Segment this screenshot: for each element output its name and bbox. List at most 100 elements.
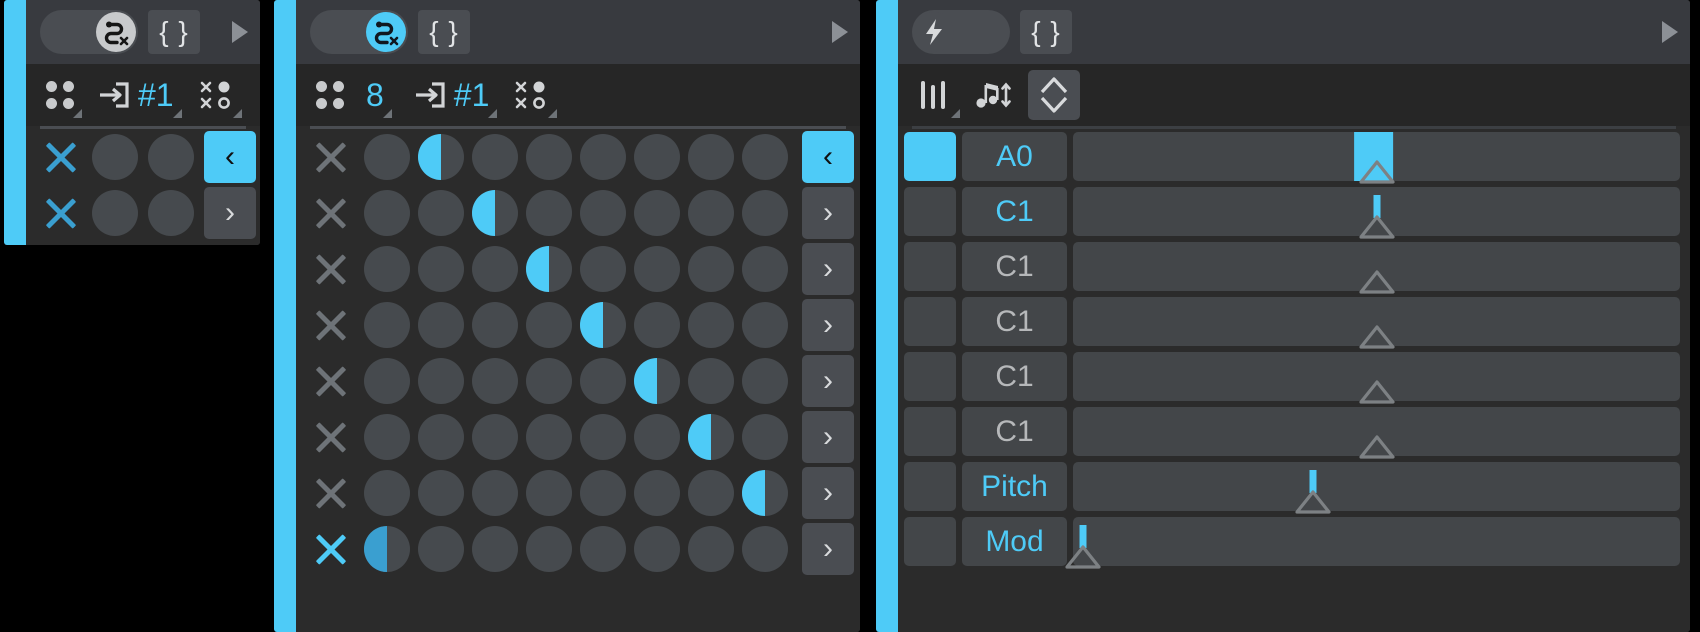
nav-next-button[interactable]: › — [802, 467, 854, 519]
lane-name-label[interactable]: C1 — [962, 187, 1067, 236]
play-triangle-icon[interactable] — [1662, 21, 1678, 43]
sequencer-step-cell[interactable] — [738, 470, 792, 516]
lane-value-track[interactable] — [1073, 297, 1680, 349]
scatter-dots-icon[interactable] — [499, 64, 559, 126]
lane-marker-handle[interactable] — [1357, 324, 1397, 350]
play-triangle-icon[interactable] — [232, 21, 248, 43]
sequencer-step-cell[interactable] — [684, 302, 738, 348]
sequencer-step-cell[interactable] — [414, 190, 468, 236]
x-icon[interactable] — [310, 360, 352, 402]
lane-enable-led[interactable] — [904, 297, 956, 346]
x-icon[interactable] — [40, 192, 82, 234]
sequencer-step-cell[interactable] — [522, 358, 576, 404]
sequencer-step-cell[interactable] — [468, 134, 522, 180]
nav-next-button[interactable]: › — [802, 411, 854, 463]
modulator-dot[interactable] — [148, 190, 194, 236]
sequencer-step-cell[interactable] — [630, 526, 684, 572]
sequencer-step-cell[interactable] — [360, 302, 414, 348]
sequencer-step-cell[interactable] — [414, 470, 468, 516]
sequencer-step-cell[interactable] — [738, 302, 792, 348]
sequencer-step-cell[interactable] — [738, 414, 792, 460]
lane-value-track[interactable] — [1065, 517, 1680, 569]
lane-marker-handle[interactable] — [1357, 159, 1397, 185]
lane-value-track[interactable] — [1073, 407, 1680, 459]
sequencer-step-cell[interactable] — [630, 246, 684, 292]
lane-value-track[interactable] — [1073, 462, 1680, 514]
sequencer-step-cell[interactable] — [576, 414, 630, 460]
sequencer-step-cell[interactable] — [576, 246, 630, 292]
sequencer-step-cell[interactable] — [738, 134, 792, 180]
updown-chevrons-icon[interactable] — [1028, 70, 1080, 120]
sequencer-step-cell[interactable] — [468, 302, 522, 348]
nav-next-button[interactable]: › — [204, 187, 256, 239]
sequencer-step-cell[interactable] — [576, 302, 630, 348]
sequencer-step-cell[interactable] — [468, 358, 522, 404]
nav-next-button[interactable]: › — [802, 355, 854, 407]
nav-next-button[interactable]: › — [802, 523, 854, 575]
sequencer-step-cell[interactable] — [576, 526, 630, 572]
sequencer-step-cell[interactable] — [576, 358, 630, 404]
routing-toggle[interactable] — [40, 10, 138, 54]
routing-toggle[interactable] — [310, 10, 408, 54]
sequencer-step-cell[interactable] — [414, 358, 468, 404]
sequencer-step-cell[interactable] — [576, 134, 630, 180]
sequencer-step-cell[interactable] — [360, 358, 414, 404]
sequencer-step-cell[interactable] — [522, 470, 576, 516]
sequencer-step-cell[interactable] — [630, 190, 684, 236]
nav-next-button[interactable]: › — [802, 243, 854, 295]
sequencer-step-cell[interactable] — [468, 246, 522, 292]
sequencer-step-cell[interactable] — [522, 134, 576, 180]
lane-name-label[interactable]: C1 — [962, 242, 1067, 291]
sequencer-step-cell[interactable] — [684, 246, 738, 292]
expression-editor-button[interactable]: { } — [418, 10, 470, 54]
lane-enable-led[interactable] — [904, 517, 956, 566]
sequencer-step-cell[interactable] — [576, 190, 630, 236]
nav-next-button[interactable]: › — [802, 187, 854, 239]
lane-value-track[interactable] — [1073, 187, 1680, 239]
sequencer-step-cell[interactable] — [360, 190, 414, 236]
x-icon[interactable] — [310, 192, 352, 234]
sequencer-step-cell[interactable] — [522, 190, 576, 236]
modulator-dot[interactable] — [92, 134, 138, 180]
sequencer-step-cell[interactable] — [738, 526, 792, 572]
x-icon[interactable] — [40, 136, 82, 178]
lane-marker-handle[interactable] — [1357, 379, 1397, 405]
four-dots-icon[interactable] — [312, 64, 354, 126]
lane-marker-handle[interactable] — [1357, 269, 1397, 295]
scatter-dots-icon[interactable] — [184, 64, 244, 126]
x-icon[interactable] — [310, 304, 352, 346]
sequencer-step-cell[interactable] — [468, 190, 522, 236]
sequencer-step-cell[interactable] — [630, 470, 684, 516]
sequencer-step-cell[interactable] — [414, 134, 468, 180]
sequencer-step-cell[interactable] — [738, 246, 792, 292]
sequencer-step-cell[interactable] — [468, 470, 522, 516]
lane-marker-handle[interactable] — [1357, 214, 1397, 240]
expression-editor-button[interactable]: { } — [148, 10, 200, 54]
sequencer-step-cell[interactable] — [630, 358, 684, 404]
x-icon[interactable] — [310, 248, 352, 290]
x-icon[interactable] — [310, 472, 352, 514]
lane-enable-led[interactable] — [904, 242, 956, 291]
bolt-toggle[interactable] — [912, 10, 1010, 54]
lane-value-track[interactable] — [1073, 132, 1680, 184]
lane-value-track[interactable] — [1073, 352, 1680, 404]
sequencer-step-cell[interactable] — [360, 246, 414, 292]
x-icon[interactable] — [310, 416, 352, 458]
nav-prev-button[interactable]: ‹ — [802, 131, 854, 183]
four-dots-icon[interactable] — [42, 64, 84, 126]
sequencer-step-cell[interactable] — [468, 526, 522, 572]
lane-marker-handle[interactable] — [1293, 489, 1333, 515]
step-count-control[interactable]: 8 — [354, 64, 394, 126]
sequencer-step-cell[interactable] — [360, 134, 414, 180]
x-icon[interactable] — [310, 136, 352, 178]
lane-enable-led[interactable] — [904, 187, 956, 236]
x-icon[interactable] — [310, 528, 352, 570]
expression-editor-button[interactable]: { } — [1020, 10, 1072, 54]
lane-name-label[interactable]: C1 — [962, 407, 1067, 456]
modulator-dot[interactable] — [92, 190, 138, 236]
lane-name-label[interactable]: C1 — [962, 297, 1067, 346]
note-updown-icon[interactable] — [962, 64, 1022, 126]
sequencer-step-cell[interactable] — [414, 414, 468, 460]
sequencer-step-cell[interactable] — [684, 470, 738, 516]
sequencer-step-cell[interactable] — [360, 470, 414, 516]
